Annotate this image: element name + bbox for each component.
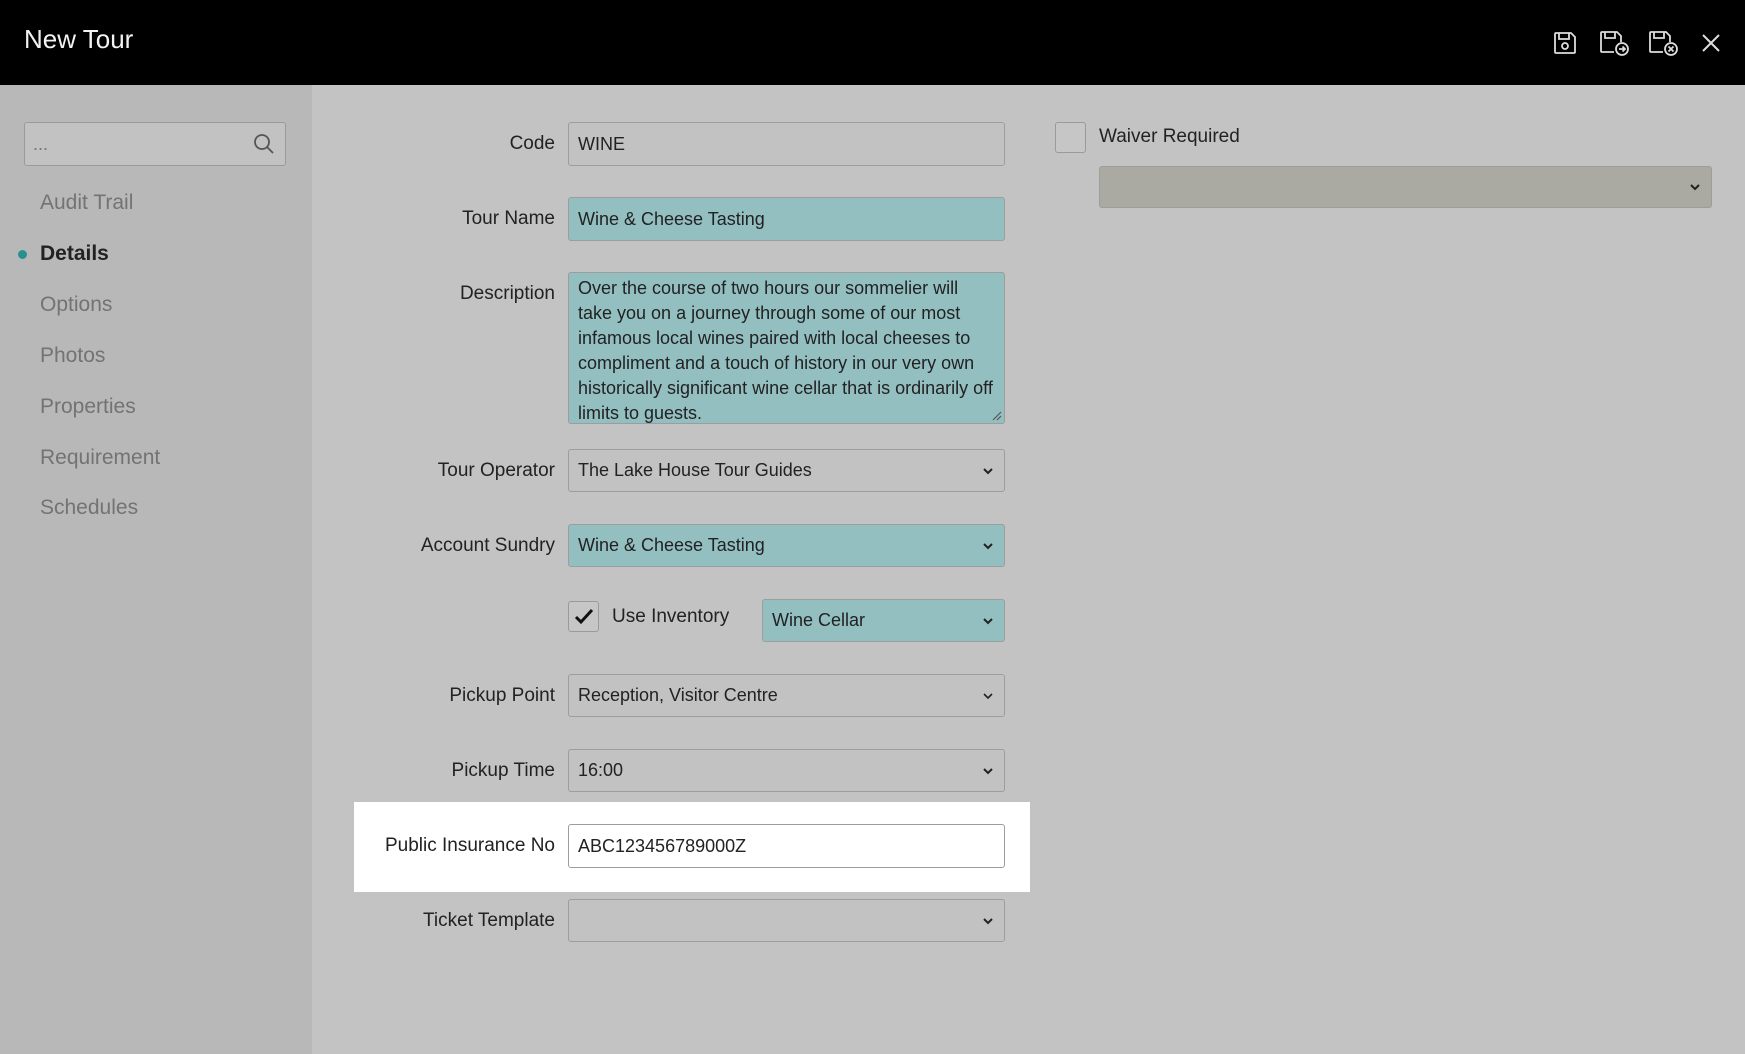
sidebar-item-requirement[interactable]: Requirement bbox=[40, 446, 160, 470]
use-inventory-checkbox[interactable] bbox=[568, 601, 599, 632]
chevron-down-icon bbox=[983, 542, 993, 549]
search-input[interactable] bbox=[25, 123, 245, 165]
account-sundry-value: Wine & Cheese Tasting bbox=[578, 535, 765, 555]
public-insurance-value: ABC123456789000Z bbox=[578, 835, 747, 856]
use-inventory-label: Use Inventory bbox=[612, 606, 730, 627]
sidebar-item-properties[interactable]: Properties bbox=[40, 395, 136, 419]
tour-operator-select[interactable]: The Lake House Tour Guides bbox=[568, 449, 1005, 492]
pickup-point-label: Pickup Point bbox=[449, 685, 555, 706]
account-sundry-select[interactable]: Wine & Cheese Tasting bbox=[568, 524, 1005, 567]
code-field[interactable]: WINE bbox=[568, 122, 1005, 166]
public-insurance-field[interactable]: ABC123456789000Z bbox=[568, 824, 1005, 868]
description-field[interactable]: Over the course of two hours our sommeli… bbox=[568, 272, 1005, 424]
save-icon bbox=[1554, 32, 1576, 54]
waiver-select[interactable] bbox=[1099, 166, 1712, 208]
tour-name-label: Tour Name bbox=[462, 208, 555, 229]
inventory-location-select[interactable]: Wine Cellar bbox=[762, 599, 1005, 642]
description-label: Description bbox=[459, 283, 555, 304]
ticket-template-label: Ticket Template bbox=[423, 910, 555, 931]
resize-handle-icon[interactable] bbox=[992, 411, 1002, 421]
pickup-time-label: Pickup Time bbox=[451, 760, 555, 781]
tour-name-value: Wine & Cheese Tasting bbox=[578, 208, 765, 229]
details-panel bbox=[312, 85, 1745, 1054]
window-title: New Tour bbox=[24, 24, 134, 54]
tour-operator-value: The Lake House Tour Guides bbox=[578, 460, 812, 480]
active-indicator bbox=[18, 250, 27, 259]
save-and-close-button[interactable] bbox=[1647, 26, 1681, 60]
code-label: Code bbox=[509, 133, 555, 154]
code-value: WINE bbox=[578, 133, 625, 154]
public-insurance-label: Public Insurance No bbox=[384, 835, 555, 856]
waiver-required-label: Waiver Required bbox=[1099, 126, 1240, 147]
sidebar-item-audit-trail[interactable]: Audit Trail bbox=[40, 191, 133, 215]
sidebar-item-photos[interactable]: Photos bbox=[40, 344, 105, 368]
chevron-down-icon bbox=[983, 917, 993, 924]
search-box bbox=[24, 122, 286, 166]
chevron-down-icon bbox=[983, 767, 993, 774]
sidebar-item-details[interactable]: Details bbox=[40, 242, 109, 266]
chevron-down-icon bbox=[1690, 184, 1700, 191]
save-button[interactable] bbox=[1548, 26, 1582, 60]
save-and-close-icon bbox=[1649, 31, 1678, 56]
pickup-point-select[interactable]: Reception, Visitor Centre bbox=[568, 674, 1005, 717]
account-sundry-label: Account Sundry bbox=[420, 535, 555, 556]
pickup-point-value: Reception, Visitor Centre bbox=[578, 685, 778, 705]
pickup-time-select[interactable]: 16:00 bbox=[568, 749, 1005, 792]
chevron-down-icon bbox=[983, 467, 993, 474]
sidebar-item-schedules[interactable]: Schedules bbox=[40, 496, 138, 520]
tour-operator-label: Tour Operator bbox=[437, 460, 555, 481]
save-and-new-icon bbox=[1600, 31, 1629, 56]
inventory-location-value: Wine Cellar bbox=[772, 610, 866, 630]
sidebar: Audit Trail Details Options Photos Prope… bbox=[0, 85, 312, 1054]
tour-name-field[interactable]: Wine & Cheese Tasting bbox=[568, 197, 1005, 241]
waiver-required-checkbox[interactable] bbox=[1055, 122, 1086, 153]
chevron-down-icon bbox=[983, 617, 993, 624]
chevron-down-icon bbox=[983, 692, 993, 699]
description-value: Over the course of two hours our sommeli… bbox=[578, 278, 993, 423]
close-icon bbox=[1702, 34, 1720, 52]
pickup-time-value: 16:00 bbox=[578, 760, 624, 780]
close-button[interactable] bbox=[1694, 26, 1728, 60]
sidebar-item-options[interactable]: Options bbox=[40, 293, 112, 317]
ticket-template-select[interactable] bbox=[568, 899, 1005, 942]
title-bar: New Tour bbox=[0, 0, 1745, 85]
checkmark-icon bbox=[574, 608, 594, 625]
save-and-new-button[interactable] bbox=[1598, 26, 1632, 60]
